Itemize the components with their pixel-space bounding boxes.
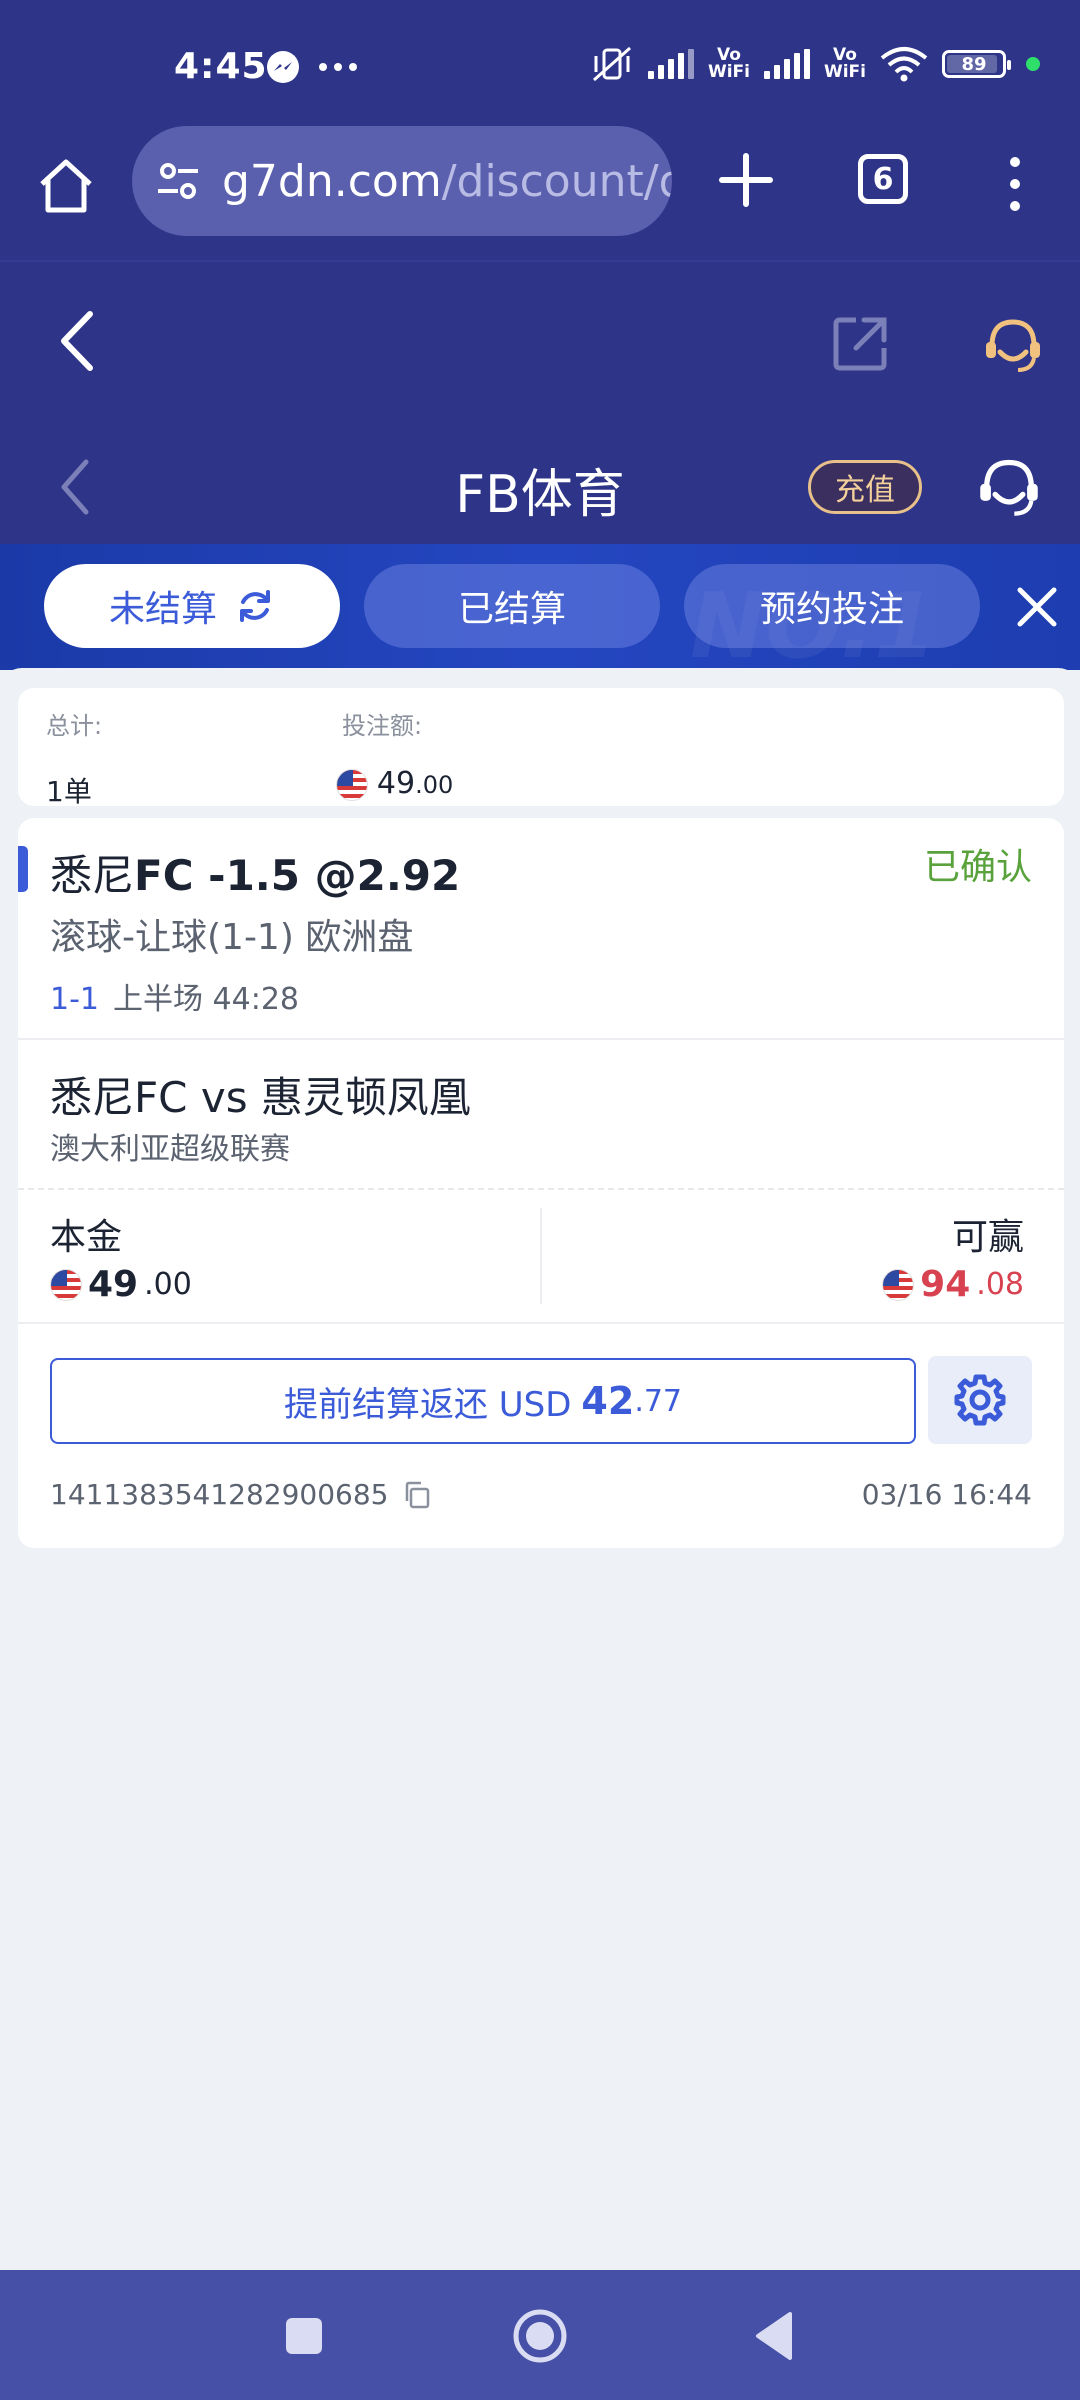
url-bar[interactable]: g7dn.com/discount/dis	[132, 126, 672, 236]
mute-vibrate-icon	[592, 46, 631, 82]
messenger-icon	[267, 51, 299, 83]
more-notifications-icon	[319, 63, 357, 71]
new-tab-icon[interactable]	[716, 150, 776, 210]
close-icon[interactable]	[1012, 582, 1062, 632]
match-name[interactable]: 悉尼FC vs 惠灵顿凤凰	[50, 1064, 471, 1125]
app-header	[0, 260, 1080, 428]
bet-list: 总计: 1单 投注额: 49.00 悉尼FC -1.5 @2.92 已确认 滚球…	[0, 668, 1080, 2270]
bet-tabs: NO.1 未结算 已结算 预约投注	[0, 544, 1080, 670]
live-score: 1-1	[50, 982, 99, 1017]
card-accent	[18, 846, 28, 892]
stake-total-label: 投注额:	[342, 712, 423, 740]
back-nav-icon[interactable]	[746, 2306, 806, 2366]
gear-icon	[954, 1374, 1006, 1426]
us-flag-icon	[50, 1268, 82, 1301]
cashout-settings-button[interactable]	[928, 1356, 1032, 1444]
league-name: 澳大利亚超级联赛	[50, 1132, 290, 1167]
order-id: 1411383541282900685	[50, 1478, 432, 1511]
stake-total-value: 49.00	[336, 766, 453, 801]
match-time: 上半场 44:28	[113, 982, 299, 1017]
us-flag-icon	[882, 1268, 915, 1301]
total-label: 总计:	[46, 712, 103, 740]
status-time: 4:45	[174, 46, 268, 87]
total-value: 1单	[46, 775, 92, 808]
selection-name: 悉尼FC -1.5 @2.92	[50, 851, 461, 900]
back-icon[interactable]	[48, 306, 108, 376]
site-settings-icon[interactable]	[154, 157, 202, 205]
recent-apps-icon[interactable]	[274, 2306, 334, 2366]
refresh-icon[interactable]	[235, 586, 275, 626]
win-label: 可赢	[951, 1217, 1024, 1258]
browser-toolbar: g7dn.com/discount/dis 6	[0, 120, 1080, 260]
stake-value: 49.00	[50, 1264, 192, 1305]
customer-service-icon[interactable]	[982, 314, 1044, 376]
cashout-button[interactable]: 提前结算返还 USD 42.77	[50, 1358, 916, 1444]
url-host: g7dn.com	[222, 155, 442, 207]
order-time: 03/16 16:44	[861, 1478, 1032, 1511]
home-nav-icon[interactable]	[510, 2306, 570, 2366]
us-flag-icon	[336, 769, 368, 801]
status-bar: 4:45 Vo WiFi Vo WiFi 89	[0, 0, 1080, 120]
tab-switcher-button[interactable]: 6	[858, 154, 908, 204]
market-type: 滚球-让球(1-1) 欧洲盘	[50, 917, 414, 958]
recharge-button[interactable]: 充值	[808, 460, 922, 514]
privacy-dot	[1026, 57, 1040, 71]
live-info: 1-1 上半场 44:28	[50, 974, 299, 1018]
tab-settled[interactable]: 已结算	[364, 564, 660, 648]
customer-service-icon[interactable]	[976, 454, 1042, 520]
stake-label: 本金	[50, 1217, 123, 1258]
battery-icon: 89	[942, 50, 1011, 78]
fb-sports-header: FB体育 充值	[0, 428, 1080, 544]
system-nav-bar	[0, 2270, 1080, 2400]
bet-summary: 总计: 1单 投注额: 49.00	[18, 688, 1064, 808]
browser-menu-icon[interactable]	[1000, 154, 1030, 214]
wifi-icon	[880, 47, 928, 82]
signal-icon	[647, 49, 694, 79]
home-icon[interactable]	[34, 154, 98, 218]
win-value: 94.08	[882, 1264, 1024, 1305]
open-external-icon[interactable]	[830, 314, 890, 374]
tab-reserved-bets[interactable]: 预约投注	[684, 564, 980, 648]
bet-card: 悉尼FC -1.5 @2.92 已确认 滚球-让球(1-1) 欧洲盘 1-1 上半…	[18, 818, 1064, 1548]
status-badge: 已确认	[923, 847, 1032, 888]
url-path: /discount/dis	[441, 155, 672, 207]
tab-unsettled[interactable]: 未结算	[44, 564, 340, 648]
signal-icon-2	[763, 49, 810, 79]
copy-icon[interactable]	[402, 1480, 432, 1510]
